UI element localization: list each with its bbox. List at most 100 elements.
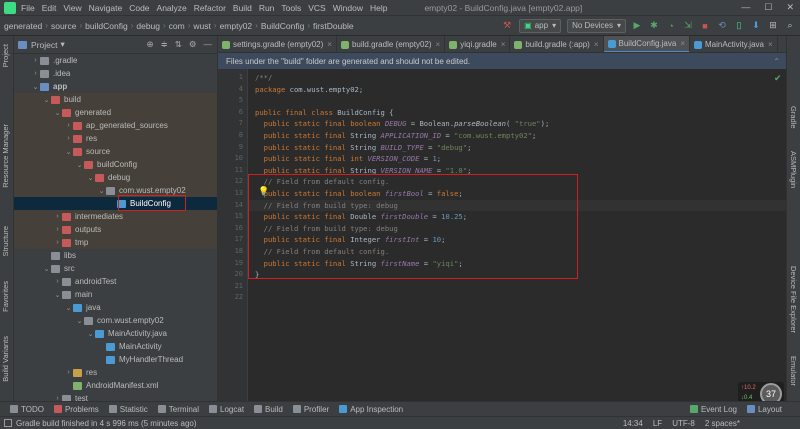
menu-window[interactable]: Window — [333, 3, 363, 13]
debug-icon[interactable]: ✱ — [648, 20, 660, 32]
status-message[interactable]: Gradle build finished in 4 s 996 ms (5 m… — [16, 419, 197, 428]
gear-icon[interactable]: ⚙ — [189, 39, 197, 50]
file-encoding[interactable]: UTF-8 — [672, 419, 695, 428]
locate-icon[interactable]: ⊕ — [147, 39, 154, 50]
device-file-explorer-tool-tab[interactable]: Device File Explorer — [789, 266, 798, 333]
tool-window-button[interactable]: Terminal — [157, 405, 199, 414]
avd-manager-icon[interactable]: ▯ — [733, 20, 745, 32]
close-icon[interactable]: ⌃ — [773, 57, 780, 66]
breadcrumb-item[interactable]: source — [51, 21, 77, 31]
editor-tab[interactable]: build.gradle (:app) × — [510, 36, 604, 52]
tree-item[interactable]: › .gradle — [14, 54, 217, 67]
tree-item[interactable]: MainActivity — [14, 340, 217, 353]
close-tab-icon[interactable]: × — [327, 40, 332, 49]
menu-tools[interactable]: Tools — [281, 3, 301, 13]
tree-item[interactable]: ⌄ com.wust.empty02 — [14, 184, 217, 197]
tree-item[interactable]: › intermediates — [14, 210, 217, 223]
breadcrumb-item[interactable]: firstDouble — [313, 21, 354, 31]
tree-item[interactable]: › res — [14, 132, 217, 145]
breadcrumb-item[interactable]: buildConfig — [85, 21, 128, 31]
chevron-icon[interactable]: ⌄ — [42, 265, 51, 273]
menu-analyze[interactable]: Analyze — [157, 3, 187, 13]
caret-position[interactable]: 14:34 — [623, 419, 643, 428]
chevron-icon[interactable]: › — [31, 70, 40, 77]
layout-inspector-button[interactable]: Layout — [746, 405, 782, 414]
gradle-tool-tab[interactable]: Gradle — [789, 106, 798, 129]
tool-window-button[interactable]: Statistic — [108, 405, 148, 414]
chevron-icon[interactable]: › — [53, 226, 62, 233]
line-separator[interactable]: LF — [653, 419, 662, 428]
tree-item[interactable]: › ap_generated_sources — [14, 119, 217, 132]
editor-tab[interactable]: yiqi.gradle × — [445, 36, 511, 52]
tree-item[interactable]: ⌄ build — [14, 93, 217, 106]
tree-item[interactable]: ⌄ com.wust.empty02 — [14, 314, 217, 327]
menu-edit[interactable]: Edit — [42, 3, 57, 13]
tool-window-button[interactable]: Problems — [53, 405, 99, 414]
tree-item[interactable]: › test — [14, 392, 217, 401]
editor-tab[interactable]: settings.gradle (empty02) × — [218, 36, 337, 52]
menu-file[interactable]: File — [21, 3, 35, 13]
resource-manager-tool-tab[interactable]: Resource Manager — [1, 124, 10, 188]
tree-item[interactable]: ⌄ java — [14, 301, 217, 314]
emulator-tool-tab[interactable]: Emulator — [789, 356, 798, 386]
tool-window-button[interactable]: Logcat — [209, 405, 244, 414]
build-variants-tool-tab[interactable]: Build Variants — [1, 336, 10, 382]
hide-icon[interactable]: — — [204, 39, 213, 50]
run-icon[interactable]: ▶ — [631, 20, 643, 32]
chevron-icon[interactable]: › — [64, 135, 73, 142]
attach-debugger-icon[interactable]: ⇲ — [682, 20, 694, 32]
tool-window-button[interactable]: TODO — [10, 405, 44, 414]
chevron-icon[interactable]: › — [53, 278, 62, 285]
close-tab-icon[interactable]: × — [680, 39, 685, 48]
tree-item[interactable]: libs — [14, 249, 217, 262]
tree-item[interactable]: › outputs — [14, 223, 217, 236]
tree-item[interactable]: ⌄ main — [14, 288, 217, 301]
tree-item[interactable]: › androidTest — [14, 275, 217, 288]
close-tab-icon[interactable]: × — [436, 40, 441, 49]
tree-item[interactable]: MyHandlerThread — [14, 353, 217, 366]
breadcrumb-item[interactable]: empty02 — [220, 21, 253, 31]
maximize-button[interactable]: ☐ — [764, 2, 772, 13]
profile-icon[interactable]: ◔ — [665, 20, 677, 32]
chevron-icon[interactable]: › — [64, 369, 73, 376]
collapse-icon[interactable]: ≑ — [161, 39, 168, 50]
tool-window-button[interactable]: App Inspection — [339, 405, 403, 414]
chevron-icon[interactable]: › — [53, 239, 62, 246]
project-tool-tab[interactable]: Project — [1, 44, 10, 67]
favorites-tool-tab[interactable]: Favorites — [1, 281, 10, 312]
chevron-icon[interactable]: ⌄ — [64, 304, 73, 312]
close-tab-icon[interactable]: × — [768, 40, 773, 49]
chevron-icon[interactable]: ⌄ — [31, 83, 40, 91]
tree-item[interactable]: BuildConfig — [14, 197, 217, 210]
tool-window-button[interactable]: Build — [254, 405, 283, 414]
asmplugin-tool-tab[interactable]: ASMPlugin — [789, 151, 798, 188]
tree-item[interactable]: ⌄ buildConfig — [14, 158, 217, 171]
device-select[interactable]: No Devices ▾ — [567, 18, 626, 33]
tree-item[interactable]: ⌄ generated — [14, 106, 217, 119]
tree-item[interactable]: AndroidManifest.xml — [14, 379, 217, 392]
menu-help[interactable]: Help — [370, 3, 387, 13]
breadcrumb-item[interactable]: BuildConfig — [261, 21, 304, 31]
editor-tab[interactable]: MainActivity.java × — [690, 36, 778, 52]
breadcrumb-item[interactable]: com — [169, 21, 185, 31]
menu-code[interactable]: Code — [129, 3, 149, 13]
tree-item[interactable]: ⌄ app — [14, 80, 217, 93]
chevron-icon[interactable]: ⌄ — [97, 187, 106, 195]
chevron-icon[interactable]: › — [53, 213, 62, 220]
event-log-button[interactable]: Event Log — [689, 405, 737, 414]
close-button[interactable]: ✕ — [786, 2, 794, 13]
menu-vcs[interactable]: VCS — [308, 3, 325, 13]
chevron-icon[interactable]: › — [31, 57, 40, 64]
chevron-icon[interactable]: ⌄ — [75, 317, 84, 325]
sync-icon[interactable]: ⟲ — [716, 20, 728, 32]
chevron-icon[interactable]: ⌄ — [75, 161, 84, 169]
menu-run[interactable]: Run — [259, 3, 275, 13]
chevron-icon[interactable]: ⌄ — [86, 330, 95, 338]
tree-item[interactable]: › .idea — [14, 67, 217, 80]
chevron-icon[interactable]: ⌄ — [64, 148, 73, 156]
menu-navigate[interactable]: Navigate — [89, 3, 123, 13]
run-config-select[interactable]: ▣ app ▾ — [519, 18, 562, 33]
close-tab-icon[interactable]: × — [594, 40, 599, 49]
stop-icon[interactable]: ■ — [699, 20, 711, 32]
menu-build[interactable]: Build — [233, 3, 252, 13]
